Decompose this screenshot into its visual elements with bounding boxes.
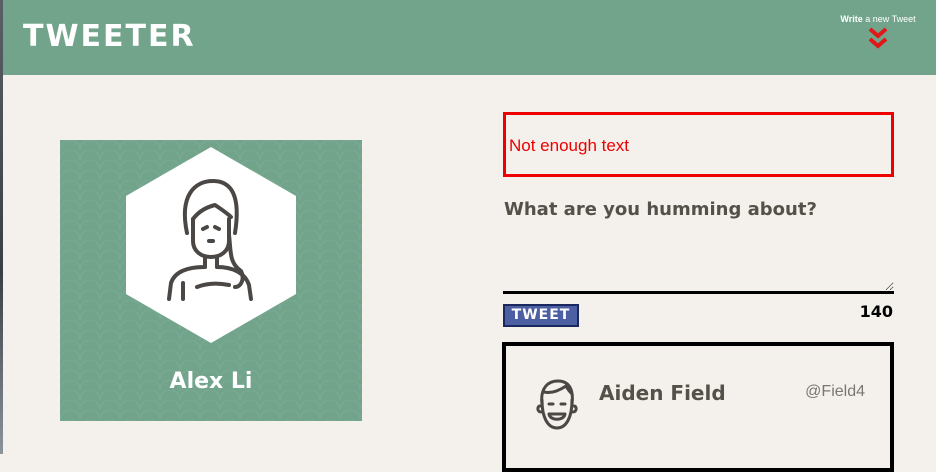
profile-card: Alex Li bbox=[60, 140, 362, 421]
profile-name: Alex Li bbox=[169, 369, 253, 394]
tweet-author-handle: @Field4 bbox=[805, 383, 865, 400]
top-nav: TWEETER Write a new Tweet bbox=[3, 0, 936, 75]
tweet-textarea[interactable] bbox=[503, 225, 894, 294]
character-counter: 140 bbox=[859, 302, 893, 321]
write-new-tweet-toggle[interactable]: Write a new Tweet bbox=[833, 14, 923, 50]
error-message-box: Not enough text bbox=[503, 112, 894, 177]
person-avatar-icon bbox=[167, 179, 253, 301]
write-new-tweet-label-rest: a new Tweet bbox=[862, 14, 916, 24]
tweet-author-name: Aiden Field bbox=[599, 381, 726, 405]
write-new-tweet-label-bold: Write bbox=[840, 14, 863, 24]
tweet-card: Aiden Field @Field4 bbox=[502, 342, 894, 472]
double-chevron-down-icon[interactable] bbox=[868, 26, 888, 50]
write-new-tweet-label: Write a new Tweet bbox=[833, 14, 923, 24]
brand-logo: TWEETER bbox=[23, 19, 196, 54]
avatar-hexagon bbox=[126, 147, 296, 343]
error-message: Not enough text bbox=[509, 136, 630, 155]
compose-prompt: What are you humming about? bbox=[504, 199, 817, 220]
smiling-face-icon bbox=[536, 379, 578, 430]
tweet-button[interactable]: TWEET bbox=[503, 304, 579, 327]
